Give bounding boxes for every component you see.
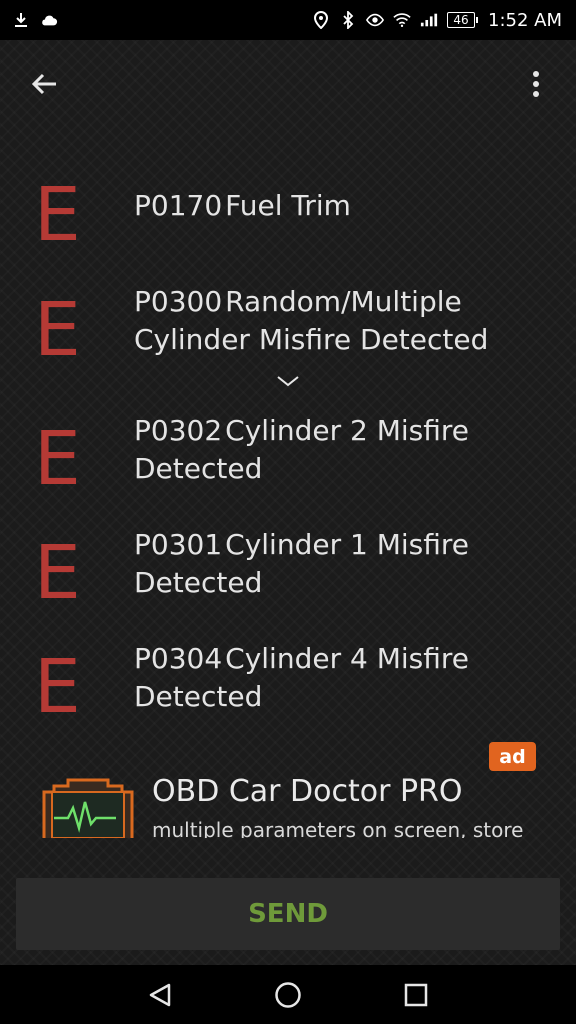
code-title-continued: Detected [134,680,263,713]
download-icon [12,11,30,29]
code-title-continued: Detected [134,566,263,599]
code-type-letter: E [34,644,81,730]
overflow-menu-button[interactable] [514,62,558,106]
back-button[interactable] [22,62,66,106]
cloud-icon [40,11,58,29]
battery-icon: 46 [447,12,478,28]
code-title: Cylinder 1 Misfire [225,528,469,561]
chevron-down-icon[interactable] [276,374,300,388]
square-recents-icon [404,983,428,1007]
ad-title: OBD Car Doctor PRO [152,774,463,809]
bluetooth-icon [339,11,357,29]
send-button[interactable]: SEND [16,878,560,950]
code-number: P0302 [134,414,223,447]
signal-icon [420,11,438,29]
code-description: P0301 Cylinder 1 Misfire Detected [134,526,544,602]
toolbar [0,40,576,126]
code-type-letter: E [34,287,81,373]
status-bar: 46 1:52 AM [0,0,576,40]
arrow-left-icon [31,73,56,95]
circle-home-icon [275,982,301,1008]
code-description: P0302 Cylinder 2 Misfire Detected [134,412,544,488]
nav-home-button[interactable] [266,973,310,1017]
code-title: Cylinder 4 Misfire [225,642,469,675]
code-title: Fuel Trim [225,189,351,222]
battery-level: 46 [453,13,469,27]
code-type-letter: E [34,172,81,258]
nav-back-button[interactable] [138,973,182,1017]
eye-icon [366,11,384,29]
wifi-icon [393,11,411,29]
code-number: P0304 [134,642,223,675]
navigation-bar [0,965,576,1024]
code-type-letter: E [34,416,81,502]
code-number: P0170 [134,189,223,222]
nav-recents-button[interactable] [394,973,438,1017]
location-icon [312,11,330,29]
ad-description: multiple parameters on screen, store [152,818,524,838]
code-type-letter: E [34,530,81,616]
clock: 1:52 AM [488,9,562,31]
ad-badge: ad [489,742,536,771]
code-number: P0300 [134,285,223,318]
code-title-continued: Cylinder Misfire Detected [134,323,489,356]
more-vert-icon [533,71,539,97]
code-title-continued: Detected [134,452,263,485]
code-title: Cylinder 2 Misfire [225,414,469,447]
code-title: Random/Multiple [225,285,462,318]
code-number: P0301 [134,528,223,561]
ad-banner[interactable]: ad OBD Car Doctor PRO multiple parameter… [0,738,576,838]
code-description: P0170 Fuel Trim [134,187,544,225]
triangle-back-icon [149,983,171,1007]
ad-app-icon [42,778,134,838]
code-description: P0304 Cylinder 4 Misfire Detected [134,640,544,716]
code-description: P0300 Random/Multiple Cylinder Misfire De… [134,283,544,359]
